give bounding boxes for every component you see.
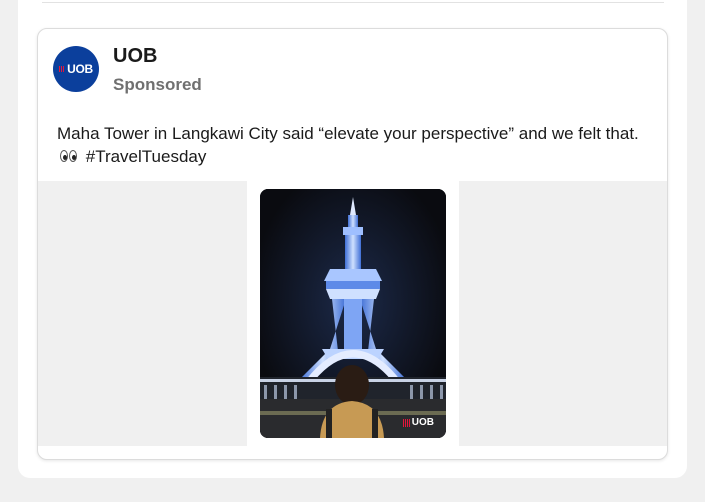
media-strip: UOB [38,181,667,446]
post-body-text: Maha Tower in Langkawi City said “elevat… [57,124,639,143]
eyes-emoji-icon [59,150,79,163]
hashtag-link[interactable]: #TravelTuesday [86,147,207,166]
media-frame: UOB [247,181,459,446]
watermark-text: UOB [411,417,434,428]
post-image[interactable]: UOB [260,189,446,438]
uob-logo-icon [402,418,410,427]
avatar-logo-text: UOB [67,62,93,76]
post-text: Maha Tower in Langkawi City said “elevat… [57,122,652,168]
advertiser-name[interactable]: UOB [113,45,157,68]
uob-logo-icon [59,66,66,72]
maha-tower-photo [260,189,446,438]
advertiser-avatar[interactable]: UOB [53,46,99,92]
sponsored-post-card: UOB UOB Sponsored Maha Tower in Langkawi… [37,28,668,460]
page: UOB UOB Sponsored Maha Tower in Langkawi… [0,0,705,502]
sponsored-label: Sponsored [113,75,202,94]
divider [42,2,664,3]
image-watermark: UOB [402,417,434,428]
